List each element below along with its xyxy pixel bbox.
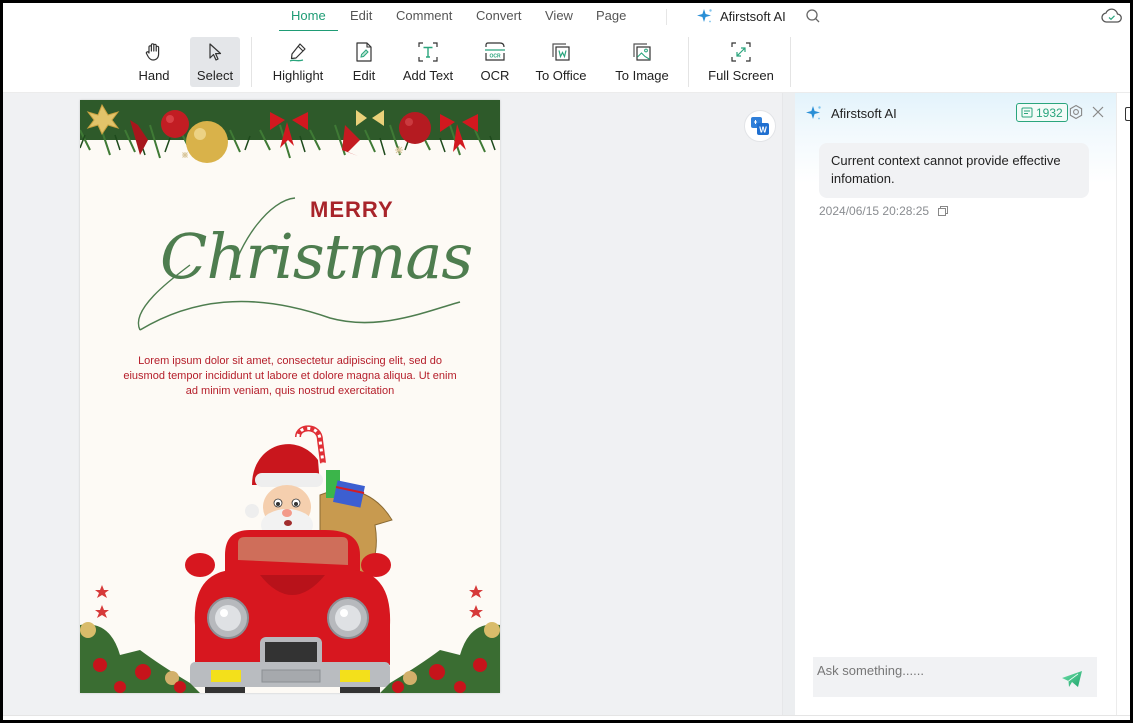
select-label: Select [196, 68, 234, 83]
ai-panel-header: Afirstsoft AI [805, 104, 897, 122]
pdf-editor-window: Home Edit Comment Convert View Page Afir… [3, 3, 1130, 720]
to-word-icon [552, 43, 570, 61]
afirstsoft-ai-button[interactable]: Afirstsoft AI [696, 7, 786, 25]
holly-corner-decor-right [380, 585, 500, 693]
svg-text:OCR: OCR [489, 54, 501, 60]
message-icon [1021, 107, 1033, 118]
close-icon[interactable] [1091, 105, 1105, 119]
sparkle-icon [806, 106, 821, 120]
side-panel-toggle-strip[interactable] [1117, 93, 1130, 720]
settings-icon[interactable] [1068, 104, 1084, 120]
translate-to-word-icon: W [751, 117, 769, 135]
toolbar-divider [688, 37, 689, 87]
pdf-page: MERRY Christmas Lorem ipsum dolor sit am… [80, 100, 500, 693]
send-icon[interactable] [1061, 669, 1083, 689]
holly-corner-decor-left [80, 585, 200, 693]
toolbar-divider [790, 37, 791, 87]
menu-divider [666, 9, 667, 25]
search-icon[interactable] [805, 8, 821, 24]
tab-convert[interactable]: Convert [476, 8, 522, 30]
workspace-scrollbar[interactable] [782, 93, 795, 720]
message-timestamp: 2024/06/15 20:28:25 [819, 204, 930, 218]
ocr-icon: OCR [485, 42, 505, 61]
document-workspace: MERRY Christmas Lorem ipsum dolor sit am… [3, 93, 795, 720]
cursor-arrow-icon [209, 43, 222, 61]
highlight-label: Highlight [272, 68, 324, 83]
sparkle-icon [697, 9, 712, 23]
to-office-tool-button[interactable]: To Office [533, 37, 589, 87]
ask-input-container [813, 657, 1097, 697]
ai-top-label: Afirstsoft AI [720, 8, 786, 24]
status-bar [3, 715, 1130, 720]
select-tool-button[interactable]: Select [190, 37, 240, 87]
copy-icon[interactable] [937, 205, 949, 217]
christmas-garland-image [80, 100, 500, 163]
ai-message-bubble: Current context cannot provide effective… [819, 143, 1089, 198]
add-text-label: Add Text [402, 68, 454, 83]
tab-page[interactable]: Page [596, 8, 626, 30]
translate-to-word-button[interactable]: W [744, 110, 776, 142]
highlight-tool-button[interactable]: Highlight [267, 37, 329, 87]
christmas-script-heading: Christmas [160, 220, 473, 293]
ribbon-toolbar: Hand Select Highlight Edit Add Text OCR … [3, 31, 1130, 93]
hand-icon [145, 43, 160, 61]
ai-assistant-panel: Afirstsoft AI 1932 Current context canno… [795, 93, 1117, 720]
highlighter-pen-icon [289, 43, 306, 62]
svg-text:W: W [759, 126, 767, 135]
tab-view[interactable]: View [545, 8, 573, 30]
to-image-tool-button[interactable]: To Image [612, 37, 672, 87]
document-body-text[interactable]: Lorem ipsum dolor sit amet, consectetur … [120, 354, 460, 399]
ai-message-meta: 2024/06/15 20:28:25 [819, 204, 949, 218]
full-screen-tool-button[interactable]: Full Screen [708, 37, 774, 87]
ask-input[interactable] [813, 657, 1053, 683]
add-text-icon [418, 42, 438, 62]
ai-panel-title: Afirstsoft AI [831, 105, 897, 121]
token-count-badge[interactable]: 1932 [1016, 103, 1068, 122]
tab-comment[interactable]: Comment [396, 8, 452, 30]
ocr-label: OCR [480, 68, 510, 83]
full-screen-icon [731, 42, 751, 62]
to-image-icon [633, 43, 651, 61]
tab-edit[interactable]: Edit [350, 8, 372, 30]
hand-label: Hand [138, 68, 170, 83]
panel-toggle-icon[interactable] [1125, 107, 1130, 121]
ocr-tool-button[interactable]: OCR OCR [479, 37, 511, 87]
edit-label: Edit [352, 68, 376, 83]
tab-home[interactable]: Home [279, 8, 338, 32]
to-office-label: To Office [535, 68, 587, 83]
santa-in-red-car-image [80, 425, 500, 693]
edit-document-icon [356, 42, 372, 62]
menu-bar: Home Edit Comment Convert View Page Afir… [3, 3, 1130, 32]
full-screen-label: Full Screen [708, 68, 774, 83]
hand-tool-button[interactable]: Hand [134, 37, 174, 87]
toolbar-divider [251, 37, 252, 87]
token-count: 1932 [1036, 105, 1063, 120]
add-text-tool-button[interactable]: Add Text [400, 37, 456, 87]
to-image-label: To Image [615, 68, 669, 83]
edit-tool-button[interactable]: Edit [346, 37, 382, 87]
cloud-sync-icon[interactable] [1101, 7, 1123, 25]
